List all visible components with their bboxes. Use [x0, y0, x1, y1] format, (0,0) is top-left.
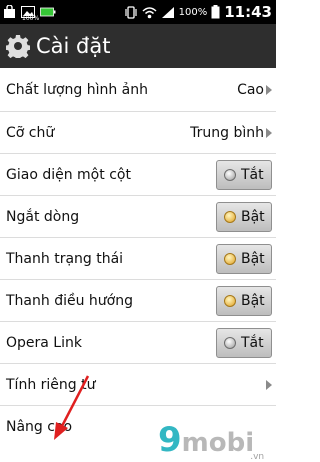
setting-status-bar: Thanh trạng thái Bật	[0, 238, 276, 280]
toggle-on-indicator-icon	[224, 210, 236, 223]
setting-label: Cỡ chữ	[6, 124, 55, 141]
signal-icon	[161, 6, 174, 18]
setting-value: Cao	[237, 81, 264, 98]
toggle-on-indicator-icon	[224, 252, 236, 265]
setting-font-size[interactable]: Cỡ chữ Trung bình	[0, 112, 276, 154]
toggle-off-indicator-icon	[224, 168, 236, 181]
setting-navigation-bar: Thanh điều hướng Bật	[0, 280, 276, 322]
toggle-label: Bật	[241, 208, 265, 225]
setting-label: Giao diện một cột	[6, 166, 131, 183]
action-bar: Cài đặt	[0, 24, 276, 68]
toggle-opera-link[interactable]: Tắt	[216, 327, 272, 358]
battery-icon	[211, 5, 220, 19]
toggle-status-bar[interactable]: Bật	[216, 243, 272, 274]
logo-nine: 9	[158, 420, 182, 460]
settings-list: Chất lượng hình ảnh Cao Cỡ chữ Trung bìn…	[0, 68, 276, 448]
logo-mobi: mobi	[181, 428, 255, 458]
chevron-right-icon	[266, 127, 272, 138]
page-title: Cài đặt	[36, 34, 111, 58]
toggle-text-wrap[interactable]: Bật	[216, 201, 272, 232]
setting-image-quality[interactable]: Chất lượng hình ảnh Cao	[0, 68, 276, 112]
setting-label: Thanh trạng thái	[6, 250, 124, 267]
toggle-label: Tắt	[241, 166, 264, 183]
setting-label: Opera Link	[6, 334, 82, 351]
toggle-off-indicator-icon	[224, 336, 236, 349]
chevron-right-icon	[266, 379, 272, 390]
small-battery-label: 100%	[22, 15, 40, 22]
chevron-right-icon	[266, 84, 272, 95]
status-bar: 100% 100% 11:43	[0, 0, 276, 24]
setting-text-wrap: Ngắt dòng Bật	[0, 196, 276, 238]
setting-label: Chất lượng hình ảnh	[6, 81, 148, 98]
watermark-logo: 9 mobi .vn	[158, 417, 264, 462]
vibrate-icon	[125, 5, 137, 19]
shopping-bag-icon	[4, 5, 15, 18]
wifi-icon	[142, 6, 157, 18]
setting-privacy[interactable]: Tính riêng tư	[0, 364, 276, 406]
setting-single-column: Giao diện một cột Tắt	[0, 154, 276, 196]
battery-percent: 100%	[178, 6, 208, 18]
toggle-single-column[interactable]: Tắt	[216, 159, 272, 190]
setting-label: Tính riêng tư	[6, 376, 96, 393]
gear-icon	[6, 35, 30, 58]
annotation-arrow-icon	[54, 375, 90, 440]
setting-value: Trung bình	[190, 124, 264, 141]
toggle-label: Tắt	[241, 334, 264, 351]
clock: 11:43	[224, 3, 272, 21]
logo-domain: .vn	[250, 452, 265, 462]
toggle-on-indicator-icon	[224, 294, 236, 307]
toggle-label: Bật	[241, 292, 265, 309]
setting-label: Ngắt dòng	[6, 208, 80, 225]
system-icons: 100% 11:43	[124, 3, 276, 21]
setting-opera-link: Opera Link Tắt	[0, 322, 276, 364]
toggle-navigation-bar[interactable]: Bật	[216, 285, 272, 316]
setting-label: Thanh điều hướng	[6, 292, 133, 309]
battery-full-icon	[40, 7, 56, 17]
toggle-label: Bật	[241, 250, 265, 267]
